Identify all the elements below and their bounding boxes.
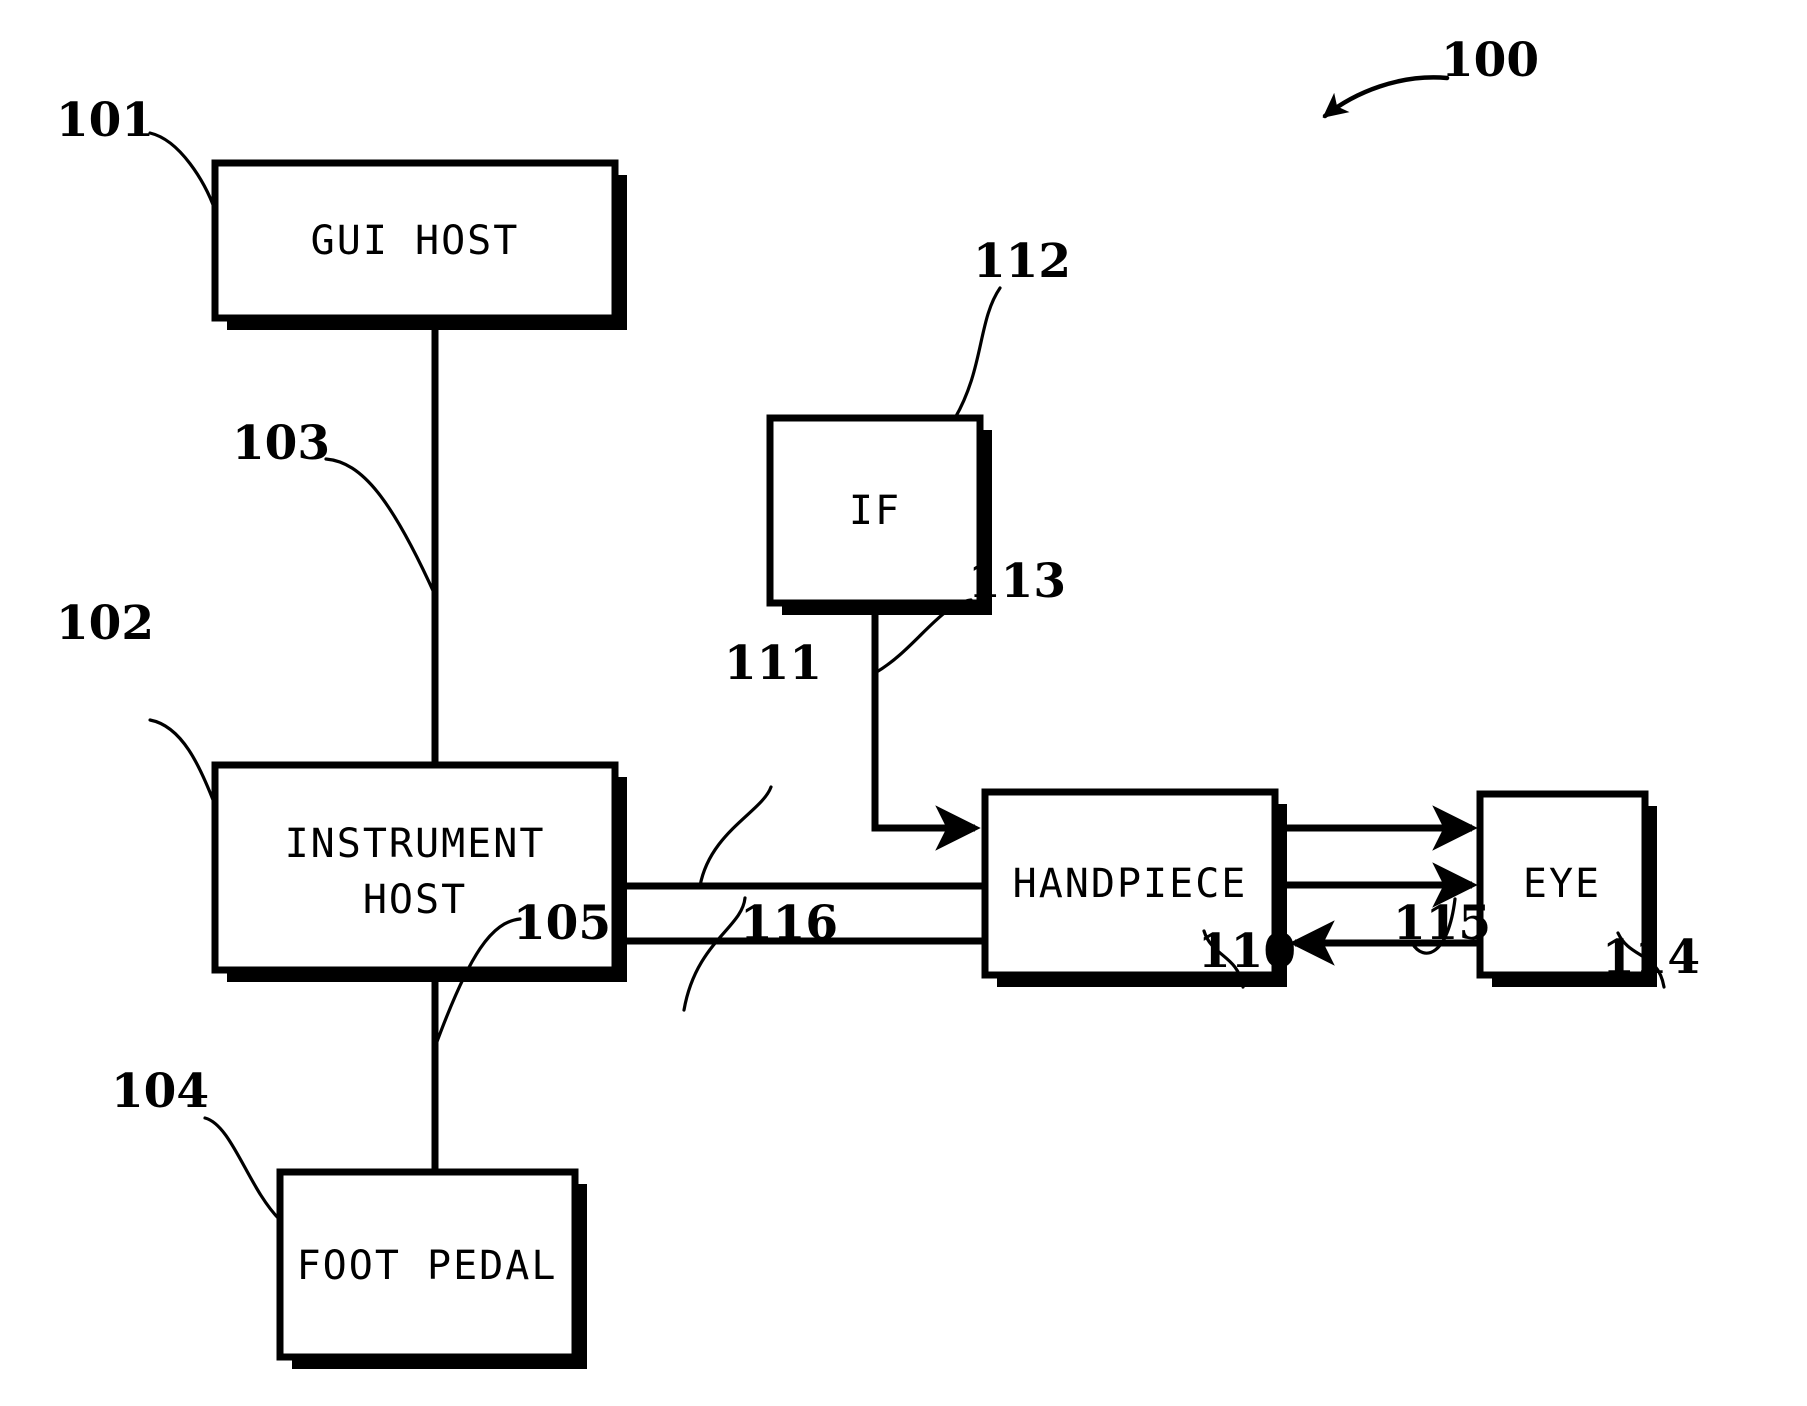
- ref-numeral-101: 101: [56, 93, 154, 148]
- figure-reference-arrow: [1322, 75, 1450, 119]
- patent-figure: GUI HOST INSTRUMENT HOST FOOT PEDAL IF H…: [0, 0, 1807, 1406]
- leader-111: [698, 785, 773, 888]
- leader-116: [682, 896, 747, 1012]
- leader-102: [148, 718, 217, 807]
- ref-numeral-102: 102: [56, 596, 154, 651]
- ref-numeral-103: 103: [232, 416, 330, 471]
- if-label: IF: [849, 488, 901, 534]
- ref-numeral-111: 111: [724, 636, 822, 691]
- block-gui-host[interactable]: GUI HOST: [211, 159, 627, 330]
- leader-101: [148, 131, 217, 212]
- leader-104: [203, 1116, 282, 1222]
- connector-if-to-handpiece: [871, 603, 981, 851]
- ref-numeral-116: 116: [740, 896, 838, 951]
- ref-numeral-105: 105: [513, 896, 611, 951]
- block-diagram-canvas: GUI HOST INSTRUMENT HOST FOOT PEDAL IF H…: [56, 33, 1700, 1369]
- leader-112: [953, 286, 1002, 420]
- ref-numeral-104: 104: [111, 1064, 209, 1119]
- block-foot-pedal[interactable]: FOOT PEDAL: [276, 1168, 587, 1369]
- ref-numeral-115: 115: [1393, 896, 1491, 951]
- block-if[interactable]: IF: [766, 414, 992, 615]
- ref-numeral-100: 100: [1441, 33, 1539, 88]
- ref-numeral-110: 110: [1198, 924, 1296, 979]
- instrument-host-label-line1: INSTRUMENT: [285, 821, 546, 867]
- handpiece-label: HANDPIECE: [1013, 861, 1248, 907]
- instrument-host-label-line2: HOST: [363, 877, 467, 923]
- leader-103: [324, 457, 437, 597]
- ref-numeral-113: 113: [968, 554, 1066, 609]
- gui-host-label: GUI HOST: [311, 218, 520, 264]
- foot-pedal-label: FOOT PEDAL: [297, 1243, 558, 1289]
- eye-label: EYE: [1523, 861, 1601, 907]
- ref-numeral-114: 114: [1602, 930, 1700, 985]
- ref-numeral-112: 112: [973, 234, 1071, 289]
